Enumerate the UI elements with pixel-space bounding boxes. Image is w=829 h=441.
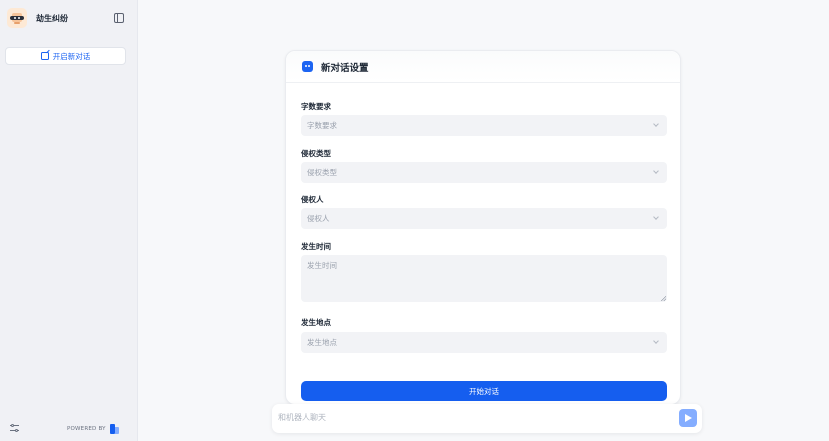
new-chat-settings-card: 新对话设置 字数要求 字数要求 侵权类型 侵权类型 侵权人 侵权人 发生时间 发…	[285, 50, 681, 405]
word-count-select[interactable]: 字数要求	[301, 115, 667, 136]
infringer-label: 侵权人	[301, 195, 324, 204]
chat-input-bar: 和机器人聊天	[272, 404, 702, 433]
chevron-down-icon	[653, 168, 659, 174]
new-chat-button[interactable]: 开启新对话	[5, 47, 126, 65]
occurrence-place-select[interactable]: 发生地点	[301, 332, 667, 353]
infringement-type-placeholder: 侵权类型	[307, 168, 337, 177]
occurrence-place-placeholder: 发生地点	[307, 338, 337, 347]
robot-avatar-icon	[7, 8, 27, 28]
occurrence-time-textarea[interactable]: 发生时间	[301, 255, 667, 302]
sidebar-toggle-icon[interactable]	[114, 13, 124, 23]
occurrence-time-label: 发生时间	[301, 242, 331, 251]
powered-by: POWERED BY	[67, 424, 119, 434]
powered-by-label: POWERED BY	[67, 426, 106, 432]
brand-logo-icon	[109, 424, 119, 434]
card-header: 新对话设置	[286, 51, 680, 83]
resize-handle-icon[interactable]	[661, 296, 666, 301]
edit-icon	[40, 52, 49, 60]
chevron-down-icon	[653, 214, 659, 220]
infringer-placeholder: 侵权人	[307, 214, 330, 223]
settings-sliders-icon[interactable]	[10, 423, 19, 432]
app-brand: 劫生纠纷	[7, 8, 68, 28]
chevron-down-icon	[653, 121, 659, 127]
sidebar: 劫生纠纷 开启新对话 POWERED BY	[0, 0, 138, 441]
chevron-down-icon	[653, 338, 659, 344]
new-chat-label: 开启新对话	[52, 51, 91, 61]
occurrence-place-label: 发生地点	[301, 318, 331, 327]
infringement-type-select[interactable]: 侵权类型	[301, 162, 667, 183]
infringement-type-label: 侵权类型	[301, 149, 331, 158]
occurrence-time-placeholder: 发生时间	[307, 261, 337, 270]
app-name: 劫生纠纷	[36, 13, 68, 23]
word-count-placeholder: 字数要求	[307, 121, 337, 130]
chat-input[interactable]: 和机器人聊天	[278, 412, 326, 423]
card-title: 新对话设置	[321, 62, 369, 74]
word-count-label: 字数要求	[301, 102, 331, 111]
start-chat-button[interactable]: 开始对话	[301, 381, 667, 401]
infringer-select[interactable]: 侵权人	[301, 208, 667, 229]
bot-icon	[302, 61, 313, 72]
send-icon[interactable]	[679, 409, 697, 427]
